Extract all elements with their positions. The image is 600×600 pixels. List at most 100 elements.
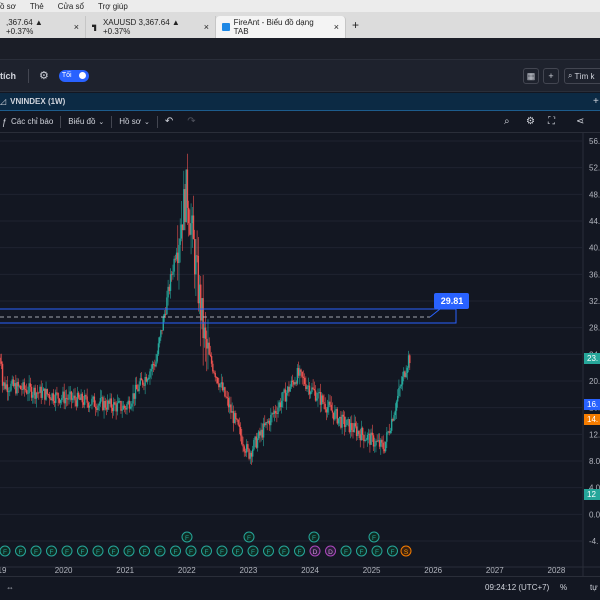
candle-body <box>222 387 225 391</box>
toggle-knob-icon <box>78 72 86 79</box>
candle-body <box>128 400 131 409</box>
candle-body <box>244 451 247 453</box>
indicator-icon[interactable]: ƒ <box>2 117 7 127</box>
close-icon[interactable]: × <box>74 22 79 32</box>
zoom-search-icon[interactable]: ⌕ <box>504 116 510 127</box>
candle-body <box>90 404 92 406</box>
candle-body <box>209 354 212 357</box>
profile-button[interactable]: Hồ sơ <box>119 117 141 126</box>
range-icon[interactable]: ⇔ <box>6 583 14 592</box>
candle-body <box>196 255 198 257</box>
settings-gear-icon[interactable]: ⚙ <box>526 116 535 127</box>
menu-tab[interactable]: Thẻ <box>30 2 44 11</box>
browser-tab-3[interactable]: FireAnt - Biểu đồ dạng TAB × <box>216 16 346 38</box>
share-icon[interactable]: ⋖ <box>576 116 584 127</box>
candle-body <box>126 403 128 410</box>
candle-body <box>273 411 276 414</box>
candle-body <box>149 371 151 378</box>
candle-body <box>105 407 108 410</box>
chevron-down-icon[interactable]: ⌄ <box>98 118 104 126</box>
clock-readout[interactable]: 09:24:12 (UTC+7) <box>485 583 549 592</box>
candle-body <box>102 397 104 411</box>
horizontal-line-box[interactable]: 29.81 <box>0 293 469 324</box>
candle-body <box>123 405 126 409</box>
candle-body <box>186 169 189 208</box>
menu-window[interactable]: Cửa sổ <box>58 2 84 11</box>
candle-body <box>399 386 401 389</box>
price-chart[interactable]: 29.81 56.52.48.44.40.36.32.28.24.20.16.1… <box>0 133 600 576</box>
chevron-down-icon[interactable]: ⌄ <box>144 118 150 126</box>
candle-body <box>73 395 75 399</box>
candle-body <box>226 397 229 398</box>
percent-toggle[interactable]: % <box>560 583 567 592</box>
time-tick-label: 2020 <box>55 566 73 575</box>
close-icon[interactable]: × <box>204 22 209 32</box>
fullscreen-icon[interactable]: ⛶ <box>548 116 555 127</box>
candle-body <box>167 286 169 298</box>
candle-body <box>3 382 5 386</box>
tab-3-label: FireAnt - Biểu đồ dạng TAB <box>233 18 314 36</box>
new-tab-icon[interactable]: + <box>352 18 359 32</box>
event-markers[interactable]: F F F F F F F F F F F F F F F F F F F F D D F F F F SF F F F <box>0 531 412 557</box>
grid-layout-icon[interactable]: ▦ <box>523 68 539 84</box>
candle-body <box>287 386 289 393</box>
price-tick-label: 36. <box>589 270 600 279</box>
price-tick-label: 12. <box>589 430 600 439</box>
candle-body <box>245 444 248 453</box>
candle-body <box>27 393 29 395</box>
candle-body <box>340 416 342 428</box>
candle-body <box>301 371 303 377</box>
candle-body <box>248 449 250 459</box>
bottom-toolbar: ⇔ 09:24:12 (UTC+7) % tự <box>0 576 600 600</box>
candle-body <box>157 343 160 355</box>
candle-body <box>313 388 316 391</box>
candle-body <box>214 373 216 378</box>
candle-body <box>203 327 206 339</box>
candle-body <box>154 365 156 367</box>
candle-body <box>178 244 180 264</box>
chart-type-button[interactable]: Biểu đồ <box>68 117 95 126</box>
redo-icon[interactable]: ↷ <box>187 116 195 127</box>
candle-body <box>400 384 403 387</box>
candle-body <box>251 449 254 457</box>
chart-grid <box>0 140 582 542</box>
analysis-label[interactable]: tích <box>0 71 16 81</box>
undo-icon[interactable]: ↶ <box>165 116 173 127</box>
more-toggle[interactable]: tự <box>590 583 598 592</box>
candle-body <box>193 239 196 275</box>
close-icon[interactable]: × <box>334 22 339 32</box>
candle-body <box>36 392 39 394</box>
candle-body <box>41 390 44 398</box>
candle-body <box>46 389 48 395</box>
candle-body <box>139 378 142 385</box>
candle-body <box>241 435 243 444</box>
price-badge-label: 12 <box>587 490 596 499</box>
candle-body <box>272 413 274 414</box>
candle-body <box>247 444 249 450</box>
search-input[interactable]: ⌕ Tìm k <box>564 68 600 84</box>
menu-profile[interactable]: ồ sơ <box>0 2 16 11</box>
gear-icon[interactable]: ⚙ <box>39 69 49 82</box>
browser-tab-1[interactable]: ,367.64 ▲ +0.37% × <box>0 16 86 38</box>
menu-help[interactable]: Trợ giúp <box>98 2 128 11</box>
candle-body <box>231 411 233 413</box>
candle-body <box>300 369 302 372</box>
candle-body <box>346 419 348 426</box>
candle-body <box>122 405 125 410</box>
add-button[interactable]: + <box>543 68 559 84</box>
candle-body <box>11 379 13 384</box>
candle-body <box>378 440 381 447</box>
candle-body <box>22 382 24 390</box>
indicators-button[interactable]: Các chỉ báo <box>11 117 53 126</box>
browser-tab-2[interactable]: XAUUSD 3,367.64 ▲ +0.37% × <box>86 16 216 38</box>
hline-box[interactable] <box>0 308 457 324</box>
candle-body <box>235 413 237 419</box>
theme-toggle[interactable]: Tối <box>58 69 89 82</box>
event-marker-label: F <box>372 535 376 542</box>
candle-body <box>311 387 313 393</box>
symbol-title[interactable]: VNINDEX (1W) <box>10 97 65 106</box>
time-axis[interactable]: 19 2020 2021 2022 2023 2024 2025 2026 2027 2028 <box>0 566 600 575</box>
price-tick-label: 20. <box>589 377 600 386</box>
add-chart-icon[interactable]: + <box>593 96 599 107</box>
time-tick-label: 2021 <box>116 566 134 575</box>
